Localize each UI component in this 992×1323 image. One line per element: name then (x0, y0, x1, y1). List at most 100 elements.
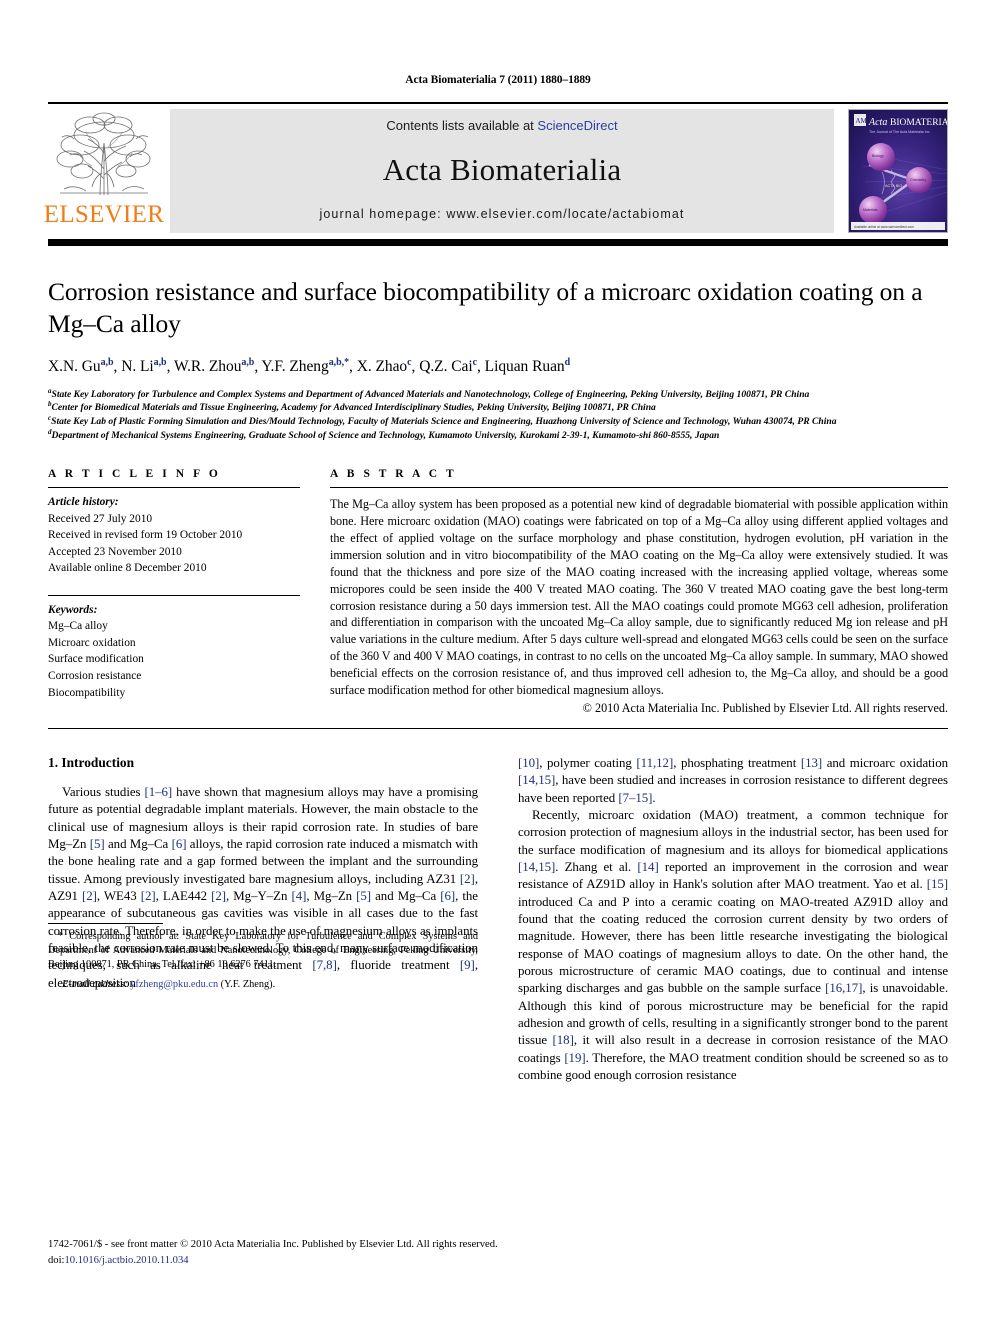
footnote-block: * Corresponding author at: State Key Lab… (48, 923, 478, 992)
email-link[interactable]: yfzheng@pku.edu.cn (130, 979, 218, 990)
keyword-item: Corrosion resistance (48, 669, 142, 682)
info-abstract-band: A R T I C L E I N F O Article history: R… (48, 468, 948, 716)
svg-text:Acta: Acta (868, 117, 887, 128)
citation-ref[interactable]: [15] (927, 877, 948, 891)
intro-paragraph-right-1: [10], polymer coating [11,12], phosphati… (518, 755, 948, 805)
page-title: Corrosion resistance and surface biocomp… (48, 277, 923, 339)
band-bottom-rule (48, 727, 948, 729)
footnote-rule (48, 923, 163, 924)
citation-ref[interactable]: [6] (440, 889, 455, 903)
issn-line: 1742-7061/$ - see front matter © 2010 Ac… (48, 1239, 498, 1250)
citation-ref[interactable]: [19] (564, 1051, 585, 1065)
intro-paragraph-right-2: Recently, microarc oxidation (MAO) treat… (518, 807, 949, 1083)
author-affiliation-marker: c (407, 356, 412, 368)
article-history-label: Article history: (48, 496, 119, 509)
elsevier-tree-icon (56, 112, 151, 196)
affiliation-text: Department of Mechanical Systems Enginee… (51, 429, 720, 441)
svg-text:Available online at www.scienc: Available online at www.sciencedirect.co… (854, 225, 914, 229)
author-affiliation-marker: d (564, 356, 571, 368)
keyword-item: Microarc oxidation (48, 636, 136, 649)
citation-ref[interactable]: [11,12] (636, 756, 673, 770)
keywords-block: Keywords: Mg–Ca alloy Microarc oxidation… (48, 596, 300, 701)
elsevier-logo-block: ELSEVIER (44, 109, 166, 233)
journal-banner: Contents lists available at ScienceDirec… (170, 109, 834, 233)
keyword-item: Surface modification (48, 653, 144, 666)
section-heading-introduction: 1. Introduction (48, 754, 135, 770)
svg-text:AM: AM (856, 117, 868, 125)
svg-text:Biology: Biology (872, 154, 884, 158)
author-name: X.N. Gu (48, 357, 101, 375)
article-page: Acta Biomaterialia 7 (2011) 1880–1889 EL… (44, 0, 948, 1323)
journal-title: Acta Biomaterialia (382, 152, 622, 187)
doi-value[interactable]: 10.1016/j.actbio.2010.11.034 (64, 1255, 188, 1266)
abstract-heading: A B S T R A C T (330, 468, 457, 481)
masthead-divider (48, 239, 948, 246)
article-history-block: Article history: Received 27 July 2010 R… (48, 488, 300, 577)
keyword-item: Biocompatibility (48, 686, 126, 699)
citation-ref[interactable]: [5] (90, 837, 105, 851)
email-label: E-mail address: (62, 979, 128, 990)
affiliation-text: State Key Lab of Plastic Forming Simulat… (51, 415, 837, 427)
citation-ref[interactable]: [14] (637, 860, 658, 874)
author-affiliation-marker: a,b (153, 356, 167, 368)
doi-line: doi:10.1016/j.actbio.2010.11.034 (48, 1253, 948, 1269)
journal-cover-block: AM Acta BIOMATERIALIA The Journal of The… (840, 109, 948, 233)
contents-prefix: Contents lists available at (386, 118, 538, 133)
citation-ref[interactable]: [14,15] (518, 860, 555, 874)
citation-ref[interactable]: [18] (553, 1033, 574, 1047)
citation-ref[interactable]: [16,17] (825, 981, 862, 995)
journal-cover-art: AM Acta BIOMATERIALIA The Journal of The… (849, 110, 947, 232)
citation-ref[interactable]: [2] (211, 889, 226, 903)
author-affiliation-marker: a,b (241, 356, 255, 368)
affiliation-text: State Key Laboratory for Turbulence and … (51, 388, 810, 400)
author-list: X.N. Gua,b, N. Lia,b, W.R. Zhoua,b, Y.F.… (48, 356, 571, 375)
citation-ref[interactable]: [1–6] (145, 785, 173, 799)
citation-ref[interactable]: [5] (356, 889, 371, 903)
abstract-rights: © 2010 Acta Materialia Inc. Published by… (582, 700, 948, 715)
author-name: N. Li (121, 357, 154, 375)
history-item: Available online 8 December 2010 (48, 562, 207, 575)
body-columns: 1. Introduction Various studies [1–6] ha… (48, 755, 948, 1185)
keywords-label: Keywords: (48, 603, 98, 616)
affiliation-item: aState Key Laboratory for Turbulence and… (48, 387, 948, 402)
keyword-item: Mg–Ca alloy (48, 620, 108, 633)
citation-ref[interactable]: [2] (460, 872, 475, 886)
citation-ref[interactable]: [13] (801, 756, 822, 770)
author-name: Y.F. Zheng (261, 357, 329, 375)
author-name: Liquan Ruan (484, 357, 565, 375)
elsevier-wordmark: ELSEVIER (43, 201, 165, 228)
svg-text:Chemistry: Chemistry (910, 178, 926, 182)
journal-homepage[interactable]: journal homepage: www.elsevier.com/locat… (320, 207, 685, 221)
svg-text:Materials: Materials (863, 208, 878, 212)
email-owner: (Y.F. Zheng). (220, 979, 276, 990)
running-head: Acta Biomaterialia 7 (2011) 1880–1889 (405, 74, 591, 86)
citation-ref[interactable]: [6] (172, 837, 187, 851)
history-item: Received in revised form 19 October 2010 (48, 529, 243, 542)
affiliation-list: aState Key Laboratory for Turbulence and… (48, 387, 948, 443)
body-left-column: 1. Introduction Various studies [1–6] ha… (48, 755, 478, 992)
corresponding-author-note: * Corresponding author at: State Key Lab… (48, 931, 478, 970)
author-affiliation-marker: c (472, 356, 477, 368)
article-info-heading: A R T I C L E I N F O (48, 468, 221, 481)
sciencedirect-link[interactable]: ScienceDirect (537, 118, 617, 133)
svg-text:The Journal of The Acta Materi: The Journal of The Acta Materialia Inc. (869, 130, 930, 134)
page-footer: 1742-7061/$ - see front matter © 2010 Ac… (48, 1237, 948, 1269)
history-item: Accepted 23 November 2010 (48, 545, 182, 558)
affiliation-item: cState Key Lab of Plastic Forming Simula… (48, 414, 948, 429)
citation-ref[interactable]: [2] (82, 889, 97, 903)
journal-masthead: ELSEVIER Contents lists available at Sci… (44, 102, 948, 233)
citation-ref[interactable]: [14,15] (518, 773, 555, 787)
author-affiliation-marker: a,b (100, 356, 114, 368)
email-note: E-mail address: yfzheng@pku.edu.cn (Y.F.… (48, 978, 478, 992)
journal-cover-thumbnail[interactable]: AM Acta BIOMATERIALIA The Journal of The… (848, 109, 948, 233)
affiliation-item: dDepartment of Mechanical Systems Engine… (48, 428, 948, 443)
abstract-column: A B S T R A C T The Mg–Ca alloy system h… (330, 468, 948, 716)
citation-ref[interactable]: [2] (141, 889, 156, 903)
article-info-column: A R T I C L E I N F O Article history: R… (48, 468, 300, 701)
citation-ref[interactable]: [10] (518, 756, 539, 770)
citation-ref[interactable]: [4] (291, 889, 306, 903)
history-item: Received 27 July 2010 (48, 512, 153, 525)
author-affiliation-marker: a,b,* (328, 356, 350, 368)
affiliation-item: bCenter for Biomedical Materials and Tis… (48, 401, 948, 415)
citation-ref[interactable]: [7–15] (618, 791, 652, 805)
